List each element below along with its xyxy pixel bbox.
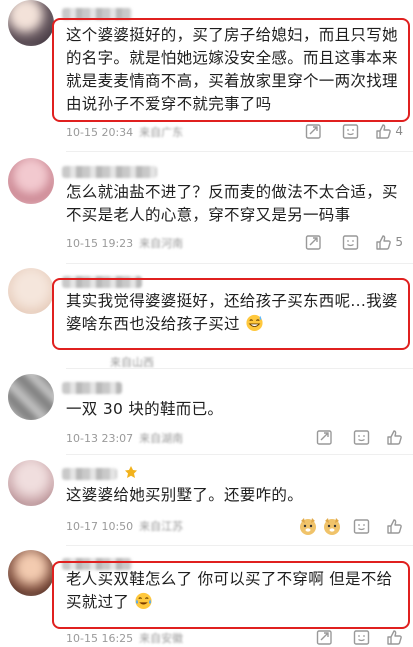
comment-icon[interactable]: [351, 516, 371, 536]
location: 来自河南: [139, 237, 184, 250]
timestamp: 10-15 20:34: [66, 126, 134, 139]
divider: [66, 368, 413, 369]
comment-line: 一双 30 块的鞋而已。: [66, 400, 224, 418]
comment-text: 其实我觉得婆婆挺好，还给孩子买东西呢...我婆 婆啥东西也没给孩子买过: [66, 290, 401, 336]
comment-text: 一双 30 块的鞋而已。: [66, 398, 401, 421]
comment-item: 一双 30 块的鞋而已。 10-13 23:07 来自湖南: [0, 374, 413, 454]
avatar[interactable]: [8, 374, 54, 420]
comment-text: 老人买双鞋怎么了 你可以买了不穿啊 但是不给 买就过了: [66, 568, 401, 614]
crying-laughing-emoji-icon: [135, 592, 153, 610]
username-blurred[interactable]: [62, 468, 117, 480]
comment-line: 怎么就油盐不进了？反而麦的做法不太合适，买: [66, 183, 398, 201]
like-count: 5: [395, 235, 403, 249]
comment-line: 老人买双鞋怎么了 你可以买了不穿啊 但是不给: [66, 570, 393, 588]
comment-text: 这个婆婆挺好的，买了房子给媳妇，而且只写她 的名字。就是怕她远嫁没安全感。而且这…: [66, 24, 401, 116]
divider: [66, 454, 413, 455]
like-button[interactable]: [386, 629, 403, 646]
comment-meta: 10-15 19:23 来自河南: [66, 235, 183, 251]
avatar[interactable]: [8, 550, 54, 596]
username-blurred[interactable]: [62, 382, 122, 394]
share-icon[interactable]: [303, 121, 323, 141]
avatar[interactable]: [8, 0, 54, 46]
comment-line: 这婆婆给她买别墅了。还要咋的。: [66, 486, 304, 504]
location: 来自广东: [139, 126, 184, 139]
avatar[interactable]: [8, 158, 54, 204]
like-button[interactable]: [386, 429, 403, 446]
like-button[interactable]: 5: [375, 234, 403, 251]
timestamp: 10-15 16:25: [66, 632, 134, 645]
comment-line: 不买是老人的心意，穿不穿又是另一码事: [66, 206, 351, 224]
doge-emoji-icon: [300, 518, 316, 535]
divider: [66, 151, 413, 152]
avatar[interactable]: [8, 460, 54, 506]
thumbs-up-icon: [387, 429, 402, 445]
thumbs-up-icon: [376, 234, 392, 250]
comment-item: 其实我觉得婆婆挺好，还给孩子买东西呢...我婆 婆啥东西也没给孩子买过 来自山西: [0, 268, 413, 369]
thumbs-up-icon: [387, 518, 402, 534]
share-icon[interactable]: [314, 427, 334, 447]
comment-text: 这婆婆给她买别墅了。还要咋的。: [66, 484, 401, 507]
thumbs-up-icon: [387, 629, 402, 645]
location: 来自湖南: [139, 432, 184, 445]
comment-line: 买就过了: [66, 593, 130, 611]
comment-actions: [297, 627, 403, 647]
comment-item: 这婆婆给她买别墅了。还要咋的。 10-17 10:50 来自江苏: [0, 460, 413, 548]
like-button[interactable]: [386, 518, 403, 535]
username-blurred[interactable]: [62, 166, 157, 178]
like-button[interactable]: 4: [375, 123, 403, 140]
divider: [66, 545, 413, 546]
comment-line: 其实我觉得婆婆挺好，还给孩子买东西呢...我婆: [66, 292, 398, 310]
share-icon[interactable]: [314, 627, 334, 647]
comment-actions: 5: [286, 232, 403, 252]
comment-icon[interactable]: [351, 427, 371, 447]
comment-meta: 10-17 10:50 来自江苏: [66, 518, 183, 534]
comment-line: 婆啥东西也没给孩子买过: [66, 315, 240, 333]
timestamp: 10-17 10:50: [66, 520, 134, 533]
comment-actions: [297, 427, 403, 447]
thumbs-up-icon: [376, 123, 392, 139]
like-count: 4: [395, 124, 403, 138]
comment-icon[interactable]: [351, 627, 371, 647]
divider: [66, 263, 413, 264]
comment-item: 这个婆婆挺好的，买了房子给媳妇，而且只写她 的名字。就是怕她远嫁没安全感。而且这…: [0, 0, 413, 150]
location: 来自安徽: [139, 632, 184, 645]
comment-line: 由说孙子不爱穿不就完事了吗: [66, 95, 272, 113]
comment-meta: 10-15 16:25 来自安徽: [66, 630, 183, 646]
comment-icon[interactable]: [340, 232, 360, 252]
comment-item: 怎么就油盐不进了？反而麦的做法不太合适，买 不买是老人的心意，穿不穿又是另一码事…: [0, 158, 413, 263]
timestamp: 10-15 19:23: [66, 237, 134, 250]
comment-icon[interactable]: [340, 121, 360, 141]
location: 来自江苏: [139, 520, 184, 533]
comment-line: 这个婆婆挺好的，买了房子给媳妇，而且只写她: [66, 26, 398, 44]
comment-meta: 10-15 20:34 来自广东: [66, 124, 183, 140]
avatar[interactable]: [8, 268, 54, 314]
comment-line: 的名字。就是怕她远嫁没安全感。而且这事本来: [66, 49, 398, 67]
comment-line: 就是麦麦情商不高，买着放家里穿个一两次找理: [66, 72, 398, 90]
comment-meta: 10-13 23:07 来自湖南: [66, 430, 183, 446]
medal-icon: [125, 466, 137, 478]
comment-item: 老人买双鞋怎么了 你可以买了不穿啊 但是不给 买就过了 10-15 16:25 来…: [0, 550, 413, 645]
comment-actions: [334, 516, 403, 536]
timestamp: 10-13 23:07: [66, 432, 134, 445]
sweat-smile-emoji-icon: [246, 314, 263, 332]
comment-actions: 4: [286, 121, 403, 141]
share-icon[interactable]: [303, 232, 323, 252]
comment-text: 怎么就油盐不进了？反而麦的做法不太合适，买 不买是老人的心意，穿不穿又是另一码事: [66, 181, 401, 227]
